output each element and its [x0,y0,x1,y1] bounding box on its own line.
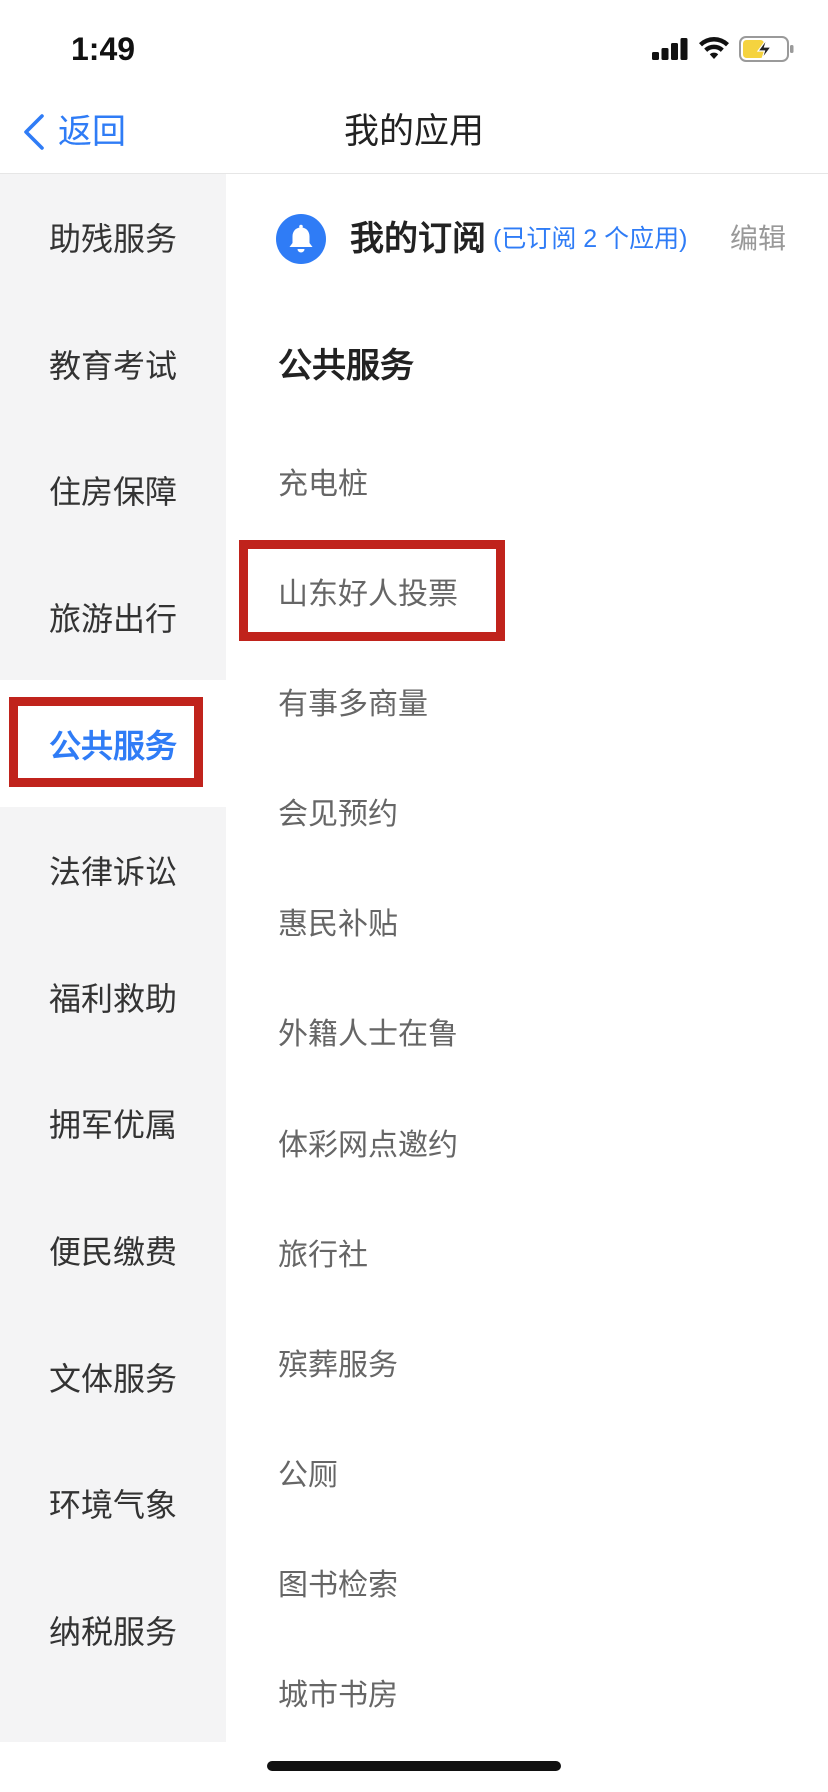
sidebar-item[interactable]: 公共服务 [0,680,226,807]
service-item[interactable]: 体彩网点邀约 [278,1091,798,1201]
sidebar-item[interactable]: 福利救助 [0,934,226,1061]
service-item[interactable]: 惠民补贴 [278,870,798,980]
service-item[interactable]: 有事多商量 [278,650,798,760]
section-title: 公共服务 [278,347,414,385]
sidebar-item[interactable]: 便民缴费 [0,1187,226,1314]
battery-icon [739,36,794,62]
sidebar-item[interactable]: 文体服务 [0,1313,226,1440]
bell-icon [276,214,326,264]
sidebar-item[interactable]: 教育考试 [0,301,226,428]
service-item[interactable]: 外籍人士在鲁 [278,980,798,1090]
service-item[interactable]: 会见预约 [278,760,798,870]
wifi-icon [699,37,729,59]
sidebar-item[interactable]: 纳税服务 [0,1567,226,1694]
service-list: 充电桩 山东好人投票 有事多商量 会见预约 惠民补贴 外籍人士在鲁 体彩网点邀约… [278,430,798,1751]
page-title: 我的应用 [343,112,484,151]
sidebar-item[interactable]: 环境气象 [0,1440,226,1567]
subscription-title: 我的订阅 [350,220,486,258]
service-item[interactable]: 山东好人投票 [278,540,798,650]
subscription-count: (已订阅 2 个应用) [493,225,688,253]
sidebar-item[interactable]: 住房保障 [0,427,226,554]
service-item[interactable]: 殡葬服务 [278,1311,798,1421]
category-sidebar: 助残服务 教育考试 住房保障 旅游出行 公共服务 法律诉讼 福利救助 拥军优属 … [0,174,226,1742]
service-item[interactable]: 城市书房 [278,1641,798,1751]
sidebar-item[interactable]: 拥军优属 [0,1060,226,1187]
service-item[interactable]: 旅行社 [278,1201,798,1311]
sidebar-item[interactable]: 助残服务 [0,174,226,301]
sidebar-item[interactable]: 旅游出行 [0,554,226,681]
sidebar-item[interactable]: 法律诉讼 [0,807,226,934]
status-time: 1:49 [71,31,136,67]
edit-button[interactable]: 编辑 [730,220,786,258]
service-item[interactable]: 充电桩 [278,430,798,540]
service-item[interactable]: 公厕 [278,1421,798,1531]
service-item[interactable]: 图书检索 [278,1531,798,1641]
cellular-signal-icon [652,38,688,60]
home-indicator[interactable] [267,1761,561,1771]
